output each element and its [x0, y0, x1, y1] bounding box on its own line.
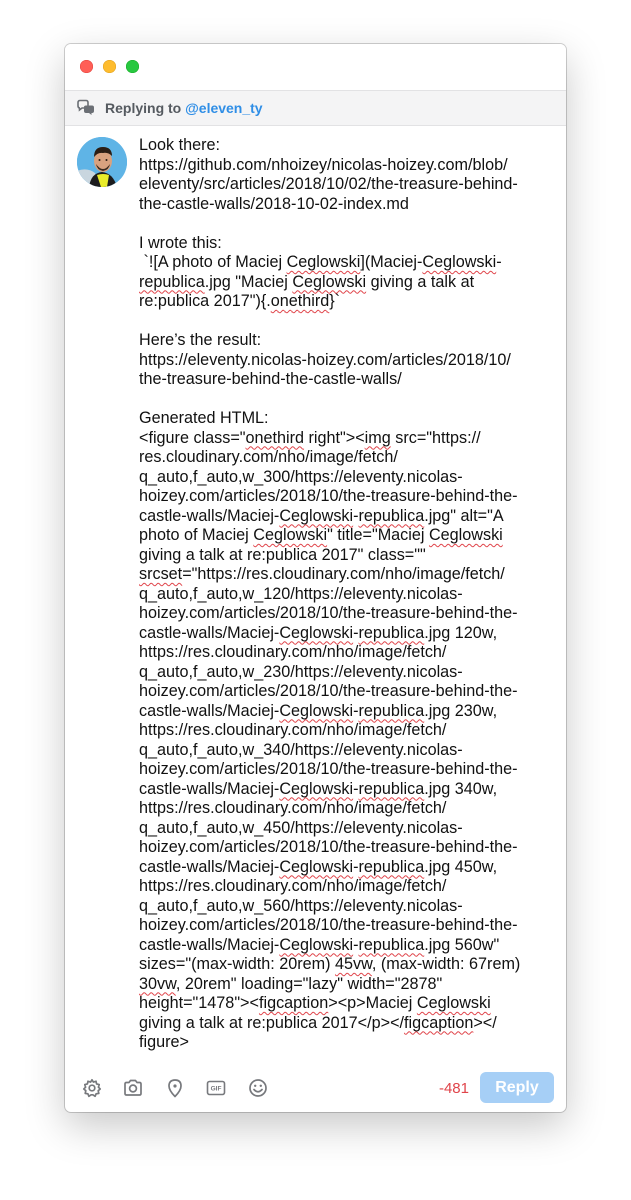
compose-text-line: the-castle-walls/2018-10-02-index.md: [139, 194, 409, 213]
gif-label: GIF: [211, 1086, 222, 1093]
compose-text-line: giving a talk at re:publica 2017</p></fi…: [139, 1013, 497, 1032]
compose-text-line: [139, 390, 559, 410]
compose-text-line: castle-walls/Maciej-Ceglowski-republica.…: [139, 623, 498, 642]
compose-text-line: q_auto,f_auto,w_450/https://eleventy.nic…: [139, 818, 463, 837]
settings-icon[interactable]: [82, 1078, 102, 1098]
minimize-window-button[interactable]: [103, 60, 116, 73]
compose-text-line: photo of Maciej Ceglowski" title="Maciej…: [139, 526, 503, 544]
compose-text-line: Generated HTML:: [139, 409, 269, 427]
compose-text-line: sizes="(max-width: 20rem) 45vw, (max-wid…: [139, 955, 521, 973]
zoom-window-button[interactable]: [126, 60, 139, 73]
replying-to-bar: Replying to @eleven_ty: [65, 90, 566, 126]
reply-window: Replying to @eleven_ty Look there: https:…: [65, 44, 566, 1112]
compose-text-line: srcset="https://res.cloudinary.com/nho/i…: [139, 565, 505, 583]
compose-text-line: hoizey.com/articles/2018/10/the-treasure…: [139, 604, 518, 622]
compose-text-line: `![A photo of Maciej Ceglowski](Maciej-C…: [139, 253, 502, 271]
compose-text-line: https://eleventy.nicolas-hoizey.com/arti…: [139, 350, 511, 369]
compose-text-line: 30vw, 20rem" loading="lazy" width="2878": [139, 974, 443, 993]
user-avatar: [77, 137, 127, 187]
reply-button[interactable]: Reply: [480, 1072, 554, 1103]
close-window-button[interactable]: [80, 60, 93, 73]
compose-text-line: https://res.cloudinary.com/nho/image/fet…: [139, 643, 447, 661]
compose-text-line: https://github.com/nhoizey/nicolas-hoize…: [139, 155, 508, 174]
compose-text-line: [139, 214, 559, 234]
compose-text-line: q_auto,f_auto,w_230/https://eleventy.nic…: [139, 662, 463, 681]
character-count: -481: [438, 1080, 469, 1097]
tweet-compose-textarea[interactable]: Look there: https://github.com/nhoizey/ni…: [139, 136, 559, 1053]
compose-text-line: hoizey.com/articles/2018/10/the-treasure…: [139, 487, 518, 505]
emoji-icon[interactable]: [248, 1078, 268, 1098]
compose-text-line: republica.jpg "Maciej Ceglowski giving a…: [139, 272, 475, 291]
conversation-icon: [77, 99, 94, 115]
reply-handle-link[interactable]: @eleven_ty: [185, 100, 262, 116]
compose-text-line: https://res.cloudinary.com/nho/image/fet…: [139, 877, 447, 895]
compose-text-line: q_auto,f_auto,w_300/https://eleventy.nic…: [139, 467, 463, 486]
compose-text-line: <figure class="onethird right"><img src=…: [139, 428, 481, 447]
compose-text-line: hoizey.com/articles/2018/10/the-treasure…: [139, 760, 518, 778]
avatar-photo: [77, 137, 127, 187]
compose-text-line: figure>: [139, 1033, 189, 1051]
compose-text-line: res.cloudinary.com/nho/image/fetch/: [139, 448, 398, 466]
compose-text-line: https://res.cloudinary.com/nho/image/fet…: [139, 799, 447, 817]
compose-text-line: https://res.cloudinary.com/nho/image/fet…: [139, 721, 447, 739]
compose-text-line: castle-walls/Maciej-Ceglowski-republica.…: [139, 779, 498, 798]
compose-text-line: giving a talk at re:publica 2017" class=…: [139, 545, 426, 564]
replying-to-label: Replying to @eleven_ty: [105, 100, 263, 116]
compose-text-line: castle-walls/Maciej-Ceglowski-republica.…: [139, 701, 498, 720]
compose-text-line: castle-walls/Maciej-Ceglowski-republica.…: [139, 857, 498, 876]
gif-icon[interactable]: GIF: [206, 1078, 226, 1098]
compose-text-line: q_auto,f_auto,w_560/https://eleventy.nic…: [139, 896, 463, 915]
compose-text-line: [139, 312, 559, 332]
compose-text-line: castle-walls/Maciej-Ceglowski-republica.…: [139, 935, 500, 954]
compose-text-line: re:publica 2017"){.onethird}`: [139, 292, 341, 310]
replying-to-prefix: Replying to: [105, 100, 186, 116]
camera-icon[interactable]: [123, 1078, 143, 1098]
compose-text-line: q_auto,f_auto,w_120/https://eleventy.nic…: [139, 584, 463, 603]
compose-text-line: q_auto,f_auto,w_340/https://eleventy.nic…: [139, 740, 463, 759]
compose-text-line: eleventy/src/articles/2018/10/02/the-tre…: [139, 175, 518, 193]
compose-text-line: Here’s the result:: [139, 331, 262, 349]
compose-text-line: hoizey.com/articles/2018/10/the-treasure…: [139, 838, 518, 856]
compose-text-line: the-treasure-behind-the-castle-walls/: [139, 370, 402, 388]
title-bar[interactable]: [65, 44, 566, 89]
compose-text-line: Look there:: [139, 136, 220, 154]
location-icon[interactable]: [165, 1078, 185, 1098]
compose-text-line: hoizey.com/articles/2018/10/the-treasure…: [139, 916, 518, 934]
compose-text-line: hoizey.com/articles/2018/10/the-treasure…: [139, 682, 518, 700]
compose-text-line: height="1478"><figcaption><p>Maciej Cegl…: [139, 994, 491, 1012]
compose-text-line: castle-walls/Maciej-Ceglowski-republica.…: [139, 506, 504, 525]
compose-text-line: I wrote this:: [139, 233, 222, 252]
